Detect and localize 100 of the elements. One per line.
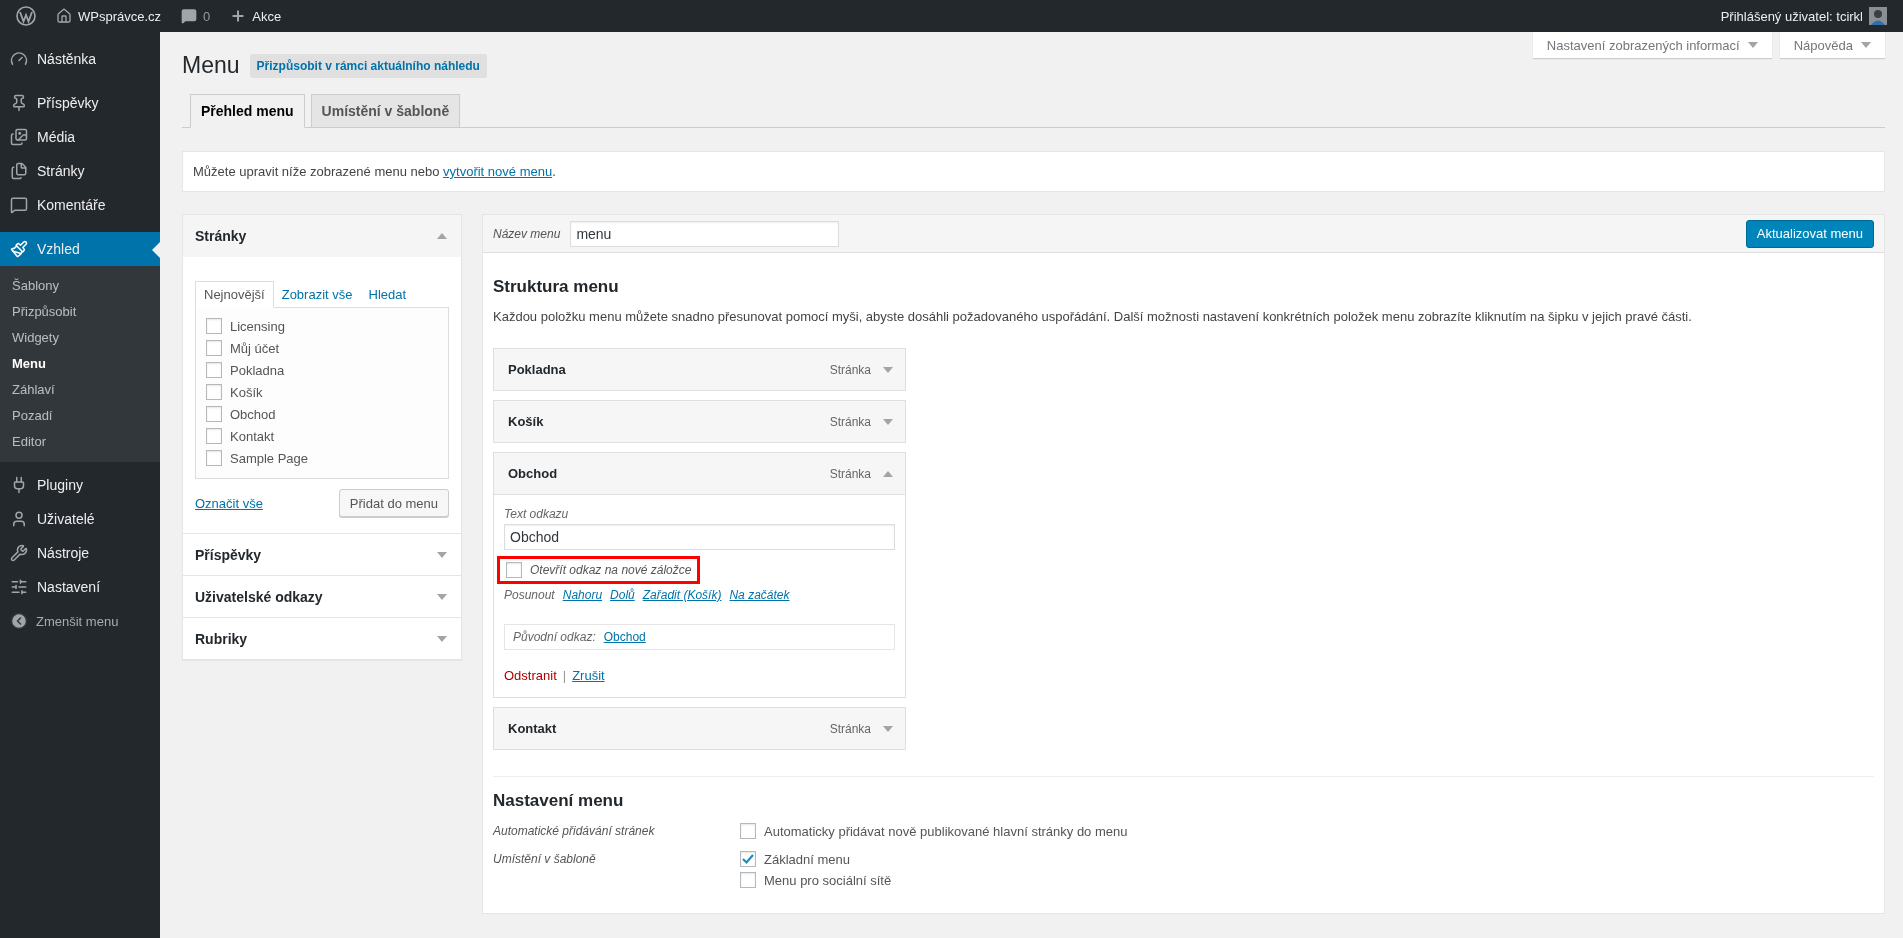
accordion-header[interactable]: Uživatelské odkazy xyxy=(183,575,461,617)
checkbox-label: Pokladna xyxy=(230,362,285,378)
checkbox[interactable] xyxy=(206,340,222,356)
checkbox[interactable] xyxy=(740,823,756,839)
sidebar-item[interactable]: Média xyxy=(0,120,160,154)
collapse-arrow-icon[interactable] xyxy=(437,233,447,239)
menu-item-type: Stránka xyxy=(829,362,871,377)
field-label: Text odkazu xyxy=(504,507,570,521)
menu-item-type: Stránka xyxy=(829,466,871,481)
nav-tab[interactable]: Přehled menu xyxy=(190,94,305,128)
expand-arrow-icon[interactable] xyxy=(437,593,447,600)
gauge-icon xyxy=(10,50,28,68)
cancel-link[interactable]: Zrušit xyxy=(572,668,605,683)
submenu-item[interactable]: Editor xyxy=(0,428,160,454)
screen-options-tab[interactable]: Nastavení zobrazených informací xyxy=(1532,32,1772,58)
panel-tab[interactable]: Zobrazit vše xyxy=(273,282,361,307)
screen-options-tab[interactable]: Nápověda xyxy=(1779,32,1885,58)
setting-label: Umístění v šabloně xyxy=(493,851,597,868)
checkbox[interactable] xyxy=(740,851,756,867)
move-link[interactable]: Na začátek xyxy=(729,588,790,602)
collapse-arrow-icon[interactable] xyxy=(883,470,893,477)
panel-tab[interactable]: Hledat xyxy=(360,282,415,307)
caret-icon[interactable] xyxy=(1747,42,1758,48)
add-to-menu-button[interactable]: Přidat do menu xyxy=(338,489,449,517)
sidebar-item[interactable]: Komentáře xyxy=(0,188,160,222)
sliders-icon xyxy=(10,578,28,596)
panel-tab[interactable]: Nejnovější xyxy=(195,281,274,308)
comment-icon[interactable] xyxy=(181,8,198,24)
menu-item-title: Pokladna xyxy=(508,362,567,377)
menu-item-title: Košík xyxy=(508,414,545,429)
checkbox-label: Můj účet xyxy=(230,340,280,356)
speech-bubble-icon xyxy=(10,196,28,214)
page-title: Menu xyxy=(182,52,240,79)
customize-link[interactable]: Přizpůsobit v rámci aktuálního náhledu xyxy=(249,53,487,78)
images-icon xyxy=(10,128,28,146)
checkbox[interactable] xyxy=(740,872,756,888)
pin-icon xyxy=(10,94,28,112)
select-all-link[interactable]: Označit vše xyxy=(195,495,263,511)
new-link[interactable]: Akce xyxy=(252,8,282,24)
submenu-item[interactable]: Pozadí xyxy=(0,402,160,428)
sidebar-item[interactable]: Stránky xyxy=(0,154,160,188)
expand-arrow-icon[interactable] xyxy=(883,418,893,425)
accordion-header[interactable]: Příspěvky xyxy=(183,533,461,575)
checkbox[interactable] xyxy=(506,562,522,578)
original-link[interactable]: Obchod xyxy=(603,630,646,644)
checkbox[interactable] xyxy=(206,450,222,466)
submenu-item[interactable]: Menu xyxy=(0,350,160,376)
checkbox-label: Licensing xyxy=(230,318,285,334)
link-text-field[interactable]: Obchod xyxy=(504,524,895,550)
accordion-header[interactable]: Stránky xyxy=(183,215,461,257)
checkbox[interactable] xyxy=(206,384,222,400)
comment-count: 0 xyxy=(203,8,211,24)
checkbox-label: Sample Page xyxy=(230,450,309,466)
checkbox-label: Automaticky přidávat nově publikované hlavní stránky do menu xyxy=(764,823,1128,839)
wrench-icon xyxy=(10,544,28,562)
pages-icon xyxy=(10,162,28,180)
sidebar-item[interactable]: Vzhled xyxy=(0,232,160,266)
move-link[interactable]: Nahoru xyxy=(562,588,603,602)
sidebar-item[interactable]: Pluginy xyxy=(0,468,160,502)
remove-link[interactable]: Odstranit xyxy=(504,668,557,683)
sidebar-item[interactable]: Příspěvky xyxy=(0,86,160,120)
checkbox[interactable] xyxy=(206,406,222,422)
expand-arrow-icon[interactable] xyxy=(437,635,447,642)
sidebar-item[interactable]: Nástroje xyxy=(0,536,160,570)
collapse-menu-button[interactable]: Zmenšit menu xyxy=(0,604,160,638)
home-icon[interactable] xyxy=(56,8,72,24)
collapse-icon xyxy=(10,612,28,630)
expand-arrow-icon[interactable] xyxy=(437,551,447,558)
checkbox[interactable] xyxy=(206,318,222,334)
avatar-icon[interactable] xyxy=(1869,7,1887,25)
section-title: Struktura menu xyxy=(493,277,620,297)
move-link[interactable]: Dolů xyxy=(610,588,635,602)
move-link[interactable]: Zařadit (Košík) xyxy=(642,588,722,602)
sidebar-item[interactable]: Nastavení xyxy=(0,570,160,604)
menu-name-label: Název menu xyxy=(493,226,561,241)
submenu-item[interactable]: Widgety xyxy=(0,324,160,350)
move-label: Posunout xyxy=(504,588,555,602)
site-link[interactable]: WPsprávce.cz xyxy=(78,8,162,24)
help-text: Každou položku menu můžete snadno přesunovat pomocí myši, abyste dosáhli požadovaného uspořádání. Další možnosti nastavení konkrétních položek menu zobrazíte kliknutím na šipku v jejich pravé části. xyxy=(493,309,1693,324)
nav-tab[interactable]: Umístění v šabloně xyxy=(310,94,461,128)
menu-item-title: Kontakt xyxy=(508,721,558,736)
accordion-header[interactable]: Rubriky xyxy=(183,617,461,659)
checkbox[interactable] xyxy=(206,428,222,444)
account-link[interactable]: Přihlášený uživatel: tcirkl xyxy=(1720,8,1863,24)
expand-arrow-icon[interactable] xyxy=(883,725,893,732)
sidebar-item[interactable]: Uživatelé xyxy=(0,502,160,536)
submenu-item[interactable]: Přizpůsobit xyxy=(0,298,160,324)
update-menu-button[interactable]: Aktualizovat menu xyxy=(1745,219,1874,248)
section-title: Nastavení menu xyxy=(493,791,625,811)
menu-item-title: Obchod xyxy=(508,466,559,481)
submenu-item[interactable]: Šablony xyxy=(0,272,160,298)
caret-icon[interactable] xyxy=(1861,42,1871,48)
expand-arrow-icon[interactable] xyxy=(883,366,893,373)
checkbox[interactable] xyxy=(206,362,222,378)
submenu-item[interactable]: Záhlaví xyxy=(0,376,160,402)
checkbox-label: Košík xyxy=(230,384,263,400)
checkbox-label: Základní menu xyxy=(764,851,850,867)
logo-icon[interactable] xyxy=(16,6,36,26)
menu-name-field[interactable]: menu xyxy=(570,220,840,247)
sidebar-item[interactable]: Nástěnka xyxy=(0,42,160,76)
